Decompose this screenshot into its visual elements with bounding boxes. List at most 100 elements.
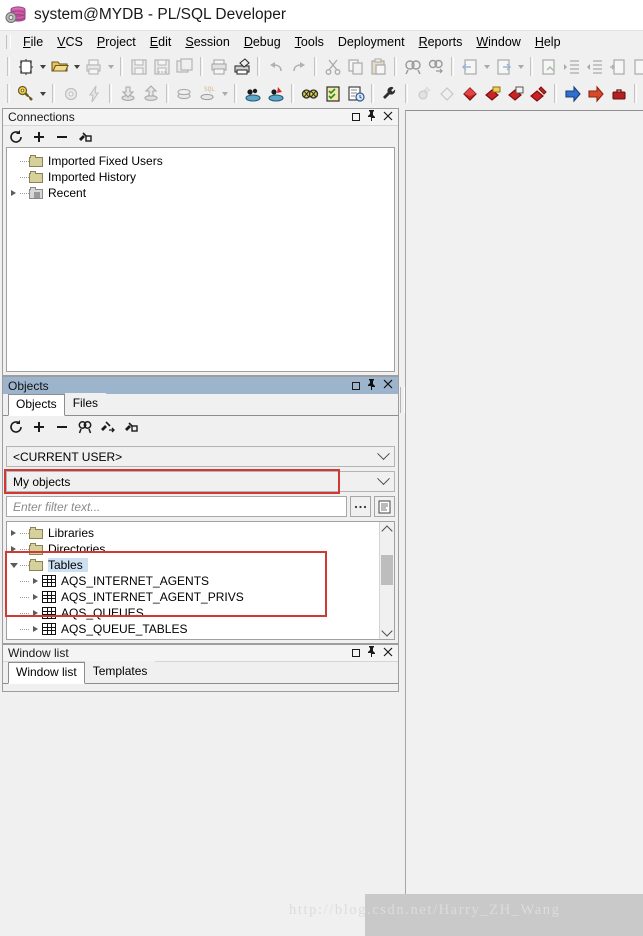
configure-icon[interactable] (78, 130, 92, 144)
tree-item-directories[interactable]: Directories (7, 541, 394, 557)
open-folder-icon[interactable] (48, 55, 71, 78)
scrollbar-thumb[interactable] (381, 555, 393, 585)
objects-tree[interactable]: Libraries Directories Tables AQS_INTERNE… (6, 521, 395, 640)
menu-deployment[interactable]: Deployment (331, 33, 412, 51)
menu-session[interactable]: Session (178, 33, 236, 51)
maximize-icon[interactable] (352, 113, 360, 121)
objects-tree-scrollbar[interactable] (379, 522, 394, 639)
pin-icon[interactable] (367, 110, 376, 124)
tab-files[interactable]: Files (64, 393, 107, 415)
tab-window-list[interactable]: Window list (8, 662, 85, 684)
tree-item-aqs-internet-agents[interactable]: AQS_INTERNET_AGENTS (7, 573, 394, 589)
chevron-right-icon[interactable] (29, 605, 42, 621)
chevron-right-icon[interactable] (29, 573, 42, 589)
scroll-up-button[interactable] (380, 522, 394, 537)
wrench-icon[interactable] (378, 82, 401, 105)
pin-icon[interactable] (367, 378, 376, 393)
rollback-icon[interactable] (264, 82, 287, 105)
report-icon[interactable] (344, 82, 367, 105)
remove-icon[interactable] (55, 130, 69, 144)
task-list-icon[interactable] (321, 82, 344, 105)
tree-item-imported-fixed-users[interactable]: Imported Fixed Users (7, 153, 394, 169)
tab-objects[interactable]: Objects (8, 394, 65, 416)
breakpoint-toggle-icon[interactable] (504, 82, 527, 105)
stop-debug-icon[interactable] (607, 82, 630, 105)
tree-item-libraries[interactable]: Libraries (7, 525, 394, 541)
new-program-window-icon[interactable] (14, 55, 37, 78)
menu-tools[interactable]: Tools (288, 33, 331, 51)
step-over-icon[interactable] (584, 82, 607, 105)
menu-debug[interactable]: Debug (237, 33, 288, 51)
menu-grip[interactable] (6, 35, 11, 49)
chevron-down-icon[interactable] (372, 472, 394, 491)
breakpoint-icon[interactable] (458, 82, 481, 105)
menu-help[interactable]: Help (528, 33, 568, 51)
menu-edit[interactable]: Edit (143, 33, 179, 51)
scroll-down-button[interactable] (380, 624, 394, 639)
toolbar2-sep-9 (634, 84, 637, 103)
tree-item-recent[interactable]: Recent (7, 185, 394, 201)
add-icon[interactable] (32, 130, 46, 144)
tree-item-label: AQS_INTERNET_AGENT_PRIVS (61, 590, 244, 604)
add-icon[interactable] (32, 420, 46, 434)
filter-icon[interactable] (101, 420, 115, 434)
chevron-down-icon[interactable] (372, 447, 394, 466)
table-icon (42, 607, 56, 619)
menu-project[interactable]: Project (90, 33, 143, 51)
connections-tree[interactable]: Imported Fixed Users Imported History Re… (6, 147, 395, 372)
current-user-combo[interactable]: <CURRENT USER> (6, 446, 395, 467)
breakpoint-set-icon[interactable] (527, 82, 550, 105)
tree-item-aqs-queue-tables[interactable]: AQS_QUEUE_TABLES (7, 621, 394, 637)
tree-item-aqs-internet-agent-privs[interactable]: AQS_INTERNET_AGENT_PRIVS (7, 589, 394, 605)
close-icon[interactable] (383, 379, 393, 392)
print-setup-icon[interactable] (230, 55, 253, 78)
maximize-icon[interactable] (352, 381, 360, 390)
tab-templates[interactable]: Templates (84, 661, 156, 683)
chevron-right-icon[interactable] (7, 185, 20, 201)
toolbar-grip-1[interactable] (7, 57, 10, 76)
find-icon[interactable] (78, 420, 92, 434)
remove-icon[interactable] (55, 420, 69, 434)
ellipsis-button[interactable] (350, 496, 371, 517)
filter-report-icon[interactable] (374, 496, 395, 517)
menu-reports[interactable]: Reports (412, 33, 470, 51)
begin-session-icon[interactable] (241, 82, 264, 105)
filter-input[interactable]: Enter filter text... (6, 496, 347, 517)
copy-icon (344, 55, 367, 78)
chevron-right-icon[interactable] (29, 589, 42, 605)
step-into-icon[interactable] (561, 82, 584, 105)
object-scope-combo[interactable]: My objects (6, 471, 395, 492)
tree-item-label: Imported Fixed Users (48, 154, 163, 168)
toolbar2-sep-8 (554, 84, 557, 103)
menu-window[interactable]: Window (469, 33, 527, 51)
toolbar-main (0, 53, 643, 80)
tree-item-aqs-queues[interactable]: AQS_QUEUES (7, 605, 394, 621)
pin-icon[interactable] (367, 646, 376, 660)
mdi-client-area[interactable] (405, 110, 643, 936)
session-dropdown-arrow[interactable] (37, 82, 48, 105)
tree-item-label: AQS_QUEUE_TABLES (61, 622, 188, 636)
maximize-icon[interactable] (352, 649, 360, 657)
refresh-icon[interactable] (9, 419, 23, 434)
tree-item-label: Libraries (48, 526, 95, 540)
close-icon[interactable] (383, 111, 393, 124)
paste-icon (367, 55, 390, 78)
toolbar-grip-2[interactable] (7, 84, 10, 103)
new-dropdown-arrow[interactable] (37, 55, 48, 78)
menu-vcs[interactable]: VCS (50, 33, 90, 51)
configure-icon[interactable] (124, 420, 138, 434)
chevron-right-icon[interactable] (29, 621, 42, 637)
session-key-icon[interactable] (14, 82, 37, 105)
test-window-icon[interactable] (298, 82, 321, 105)
refresh-icon[interactable] (9, 129, 23, 144)
tree-connector (20, 525, 29, 541)
tree-item-tables[interactable]: Tables (7, 557, 394, 573)
chevron-down-icon[interactable] (7, 557, 20, 573)
chevron-right-icon[interactable] (7, 541, 20, 557)
tree-item-imported-history[interactable]: Imported History (7, 169, 394, 185)
close-icon[interactable] (383, 647, 393, 660)
open-dropdown-arrow[interactable] (71, 55, 82, 78)
chevron-right-icon[interactable] (7, 525, 20, 541)
menu-file[interactable]: File (16, 33, 50, 51)
breakpoint-conditional-icon[interactable] (481, 82, 504, 105)
